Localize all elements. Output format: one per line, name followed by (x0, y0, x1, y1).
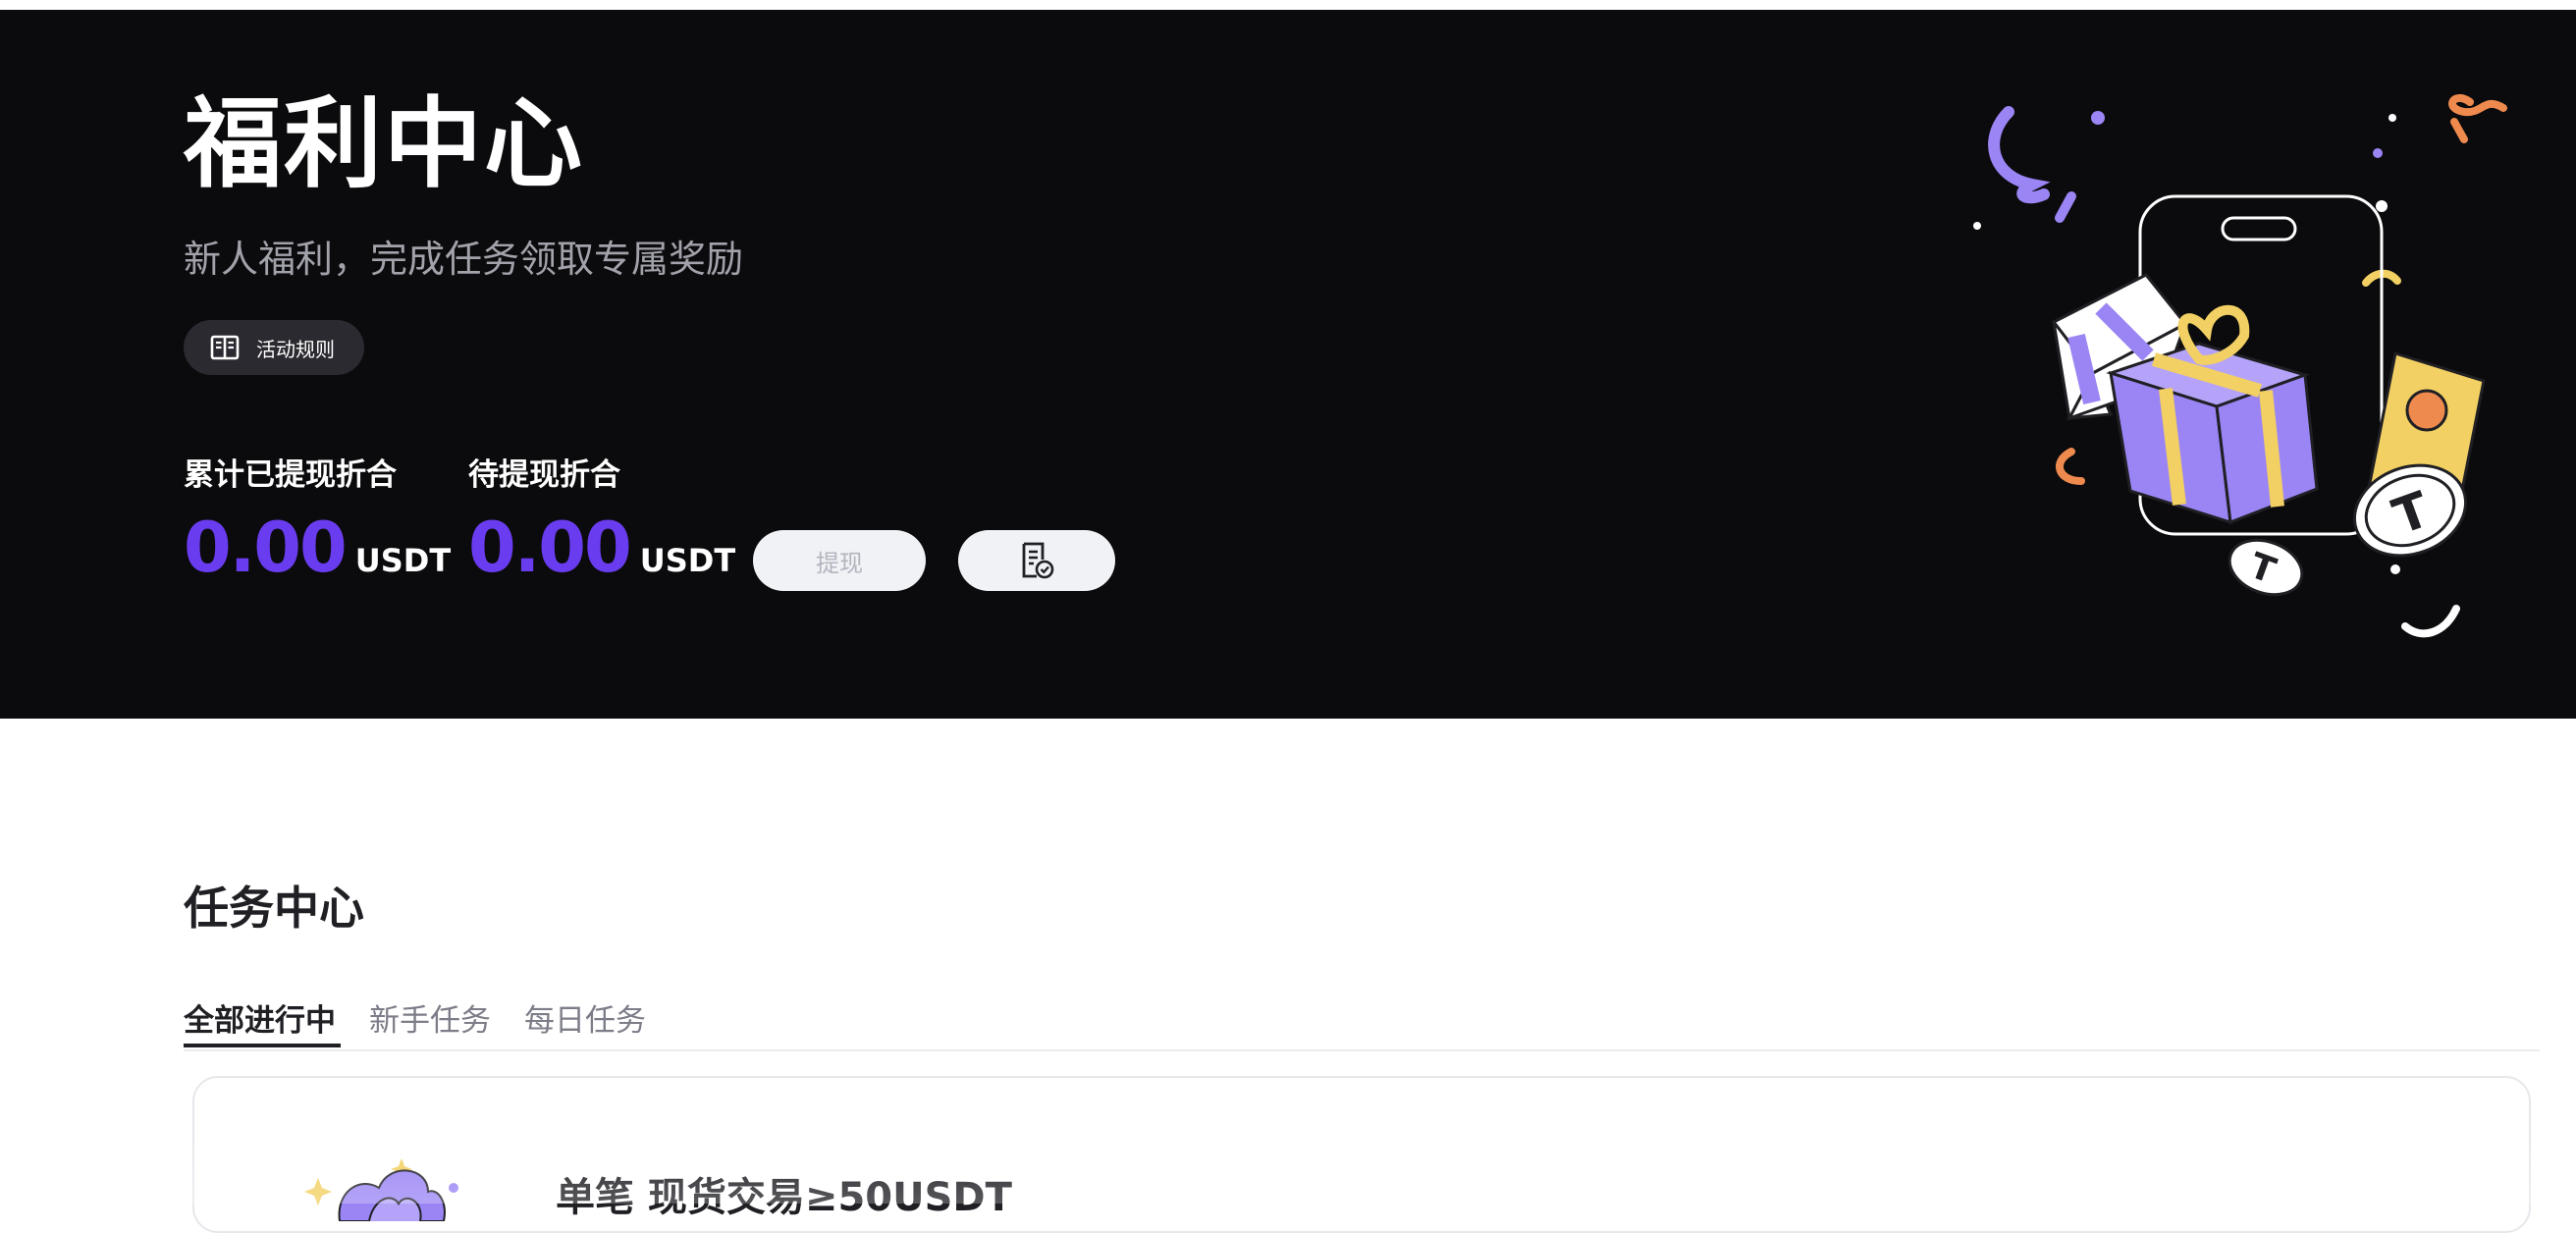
pending-withdraw-stat: 待提现折合 0.00 USDT (468, 454, 735, 587)
gift-boxes-phone-coins-illustration: T T (1973, 93, 2507, 638)
hero-banner: 福利中心 新人福利，完成任务领取专属奖励 活动规则 累计已提现折合 0.00 U… (0, 10, 2576, 719)
page-subtitle: 新人福利，完成任务领取专属奖励 (184, 238, 744, 281)
page-title: 福利中心 (184, 86, 584, 201)
tab-all-in-progress[interactable]: 全部进行中 (184, 996, 336, 1045)
withdraw-button[interactable]: 提现 (753, 530, 926, 591)
pending-withdraw-value: 0.00 (468, 508, 632, 588)
record-check-icon (1022, 542, 1054, 579)
withdrawn-total-caption: 累计已提现折合 (184, 457, 397, 493)
task-card[interactable]: 单笔 现货交易≥50USDT (192, 1076, 2531, 1233)
pending-withdraw-caption: 待提现折合 (468, 457, 620, 493)
task-center-title: 任务中心 (184, 882, 364, 935)
book-icon (210, 335, 240, 360)
tab-daily-tasks[interactable]: 每日任务 (524, 996, 646, 1045)
task-title: 单笔 现货交易≥50USDT (556, 1175, 1012, 1220)
pending-withdraw-unit: USDT (639, 542, 736, 579)
active-tab-indicator (184, 1044, 341, 1047)
withdrawn-total-value: 0.00 (184, 508, 348, 588)
withdrawn-total-stat: 累计已提现折合 0.00 USDT (184, 454, 451, 587)
tab-newbie-tasks[interactable]: 新手任务 (369, 996, 491, 1045)
withdraw-record-button[interactable] (958, 530, 1115, 591)
top-strip (0, 0, 2576, 10)
task-tabs: 全部进行中 新手任务 每日任务 (184, 996, 646, 1045)
withdrawn-total-unit: USDT (354, 542, 452, 579)
activity-rules-label: 活动规则 (256, 337, 335, 361)
gift-icon (304, 1158, 458, 1221)
tabs-divider (184, 1049, 2540, 1051)
activity-rules-button[interactable]: 活动规则 (184, 320, 364, 375)
